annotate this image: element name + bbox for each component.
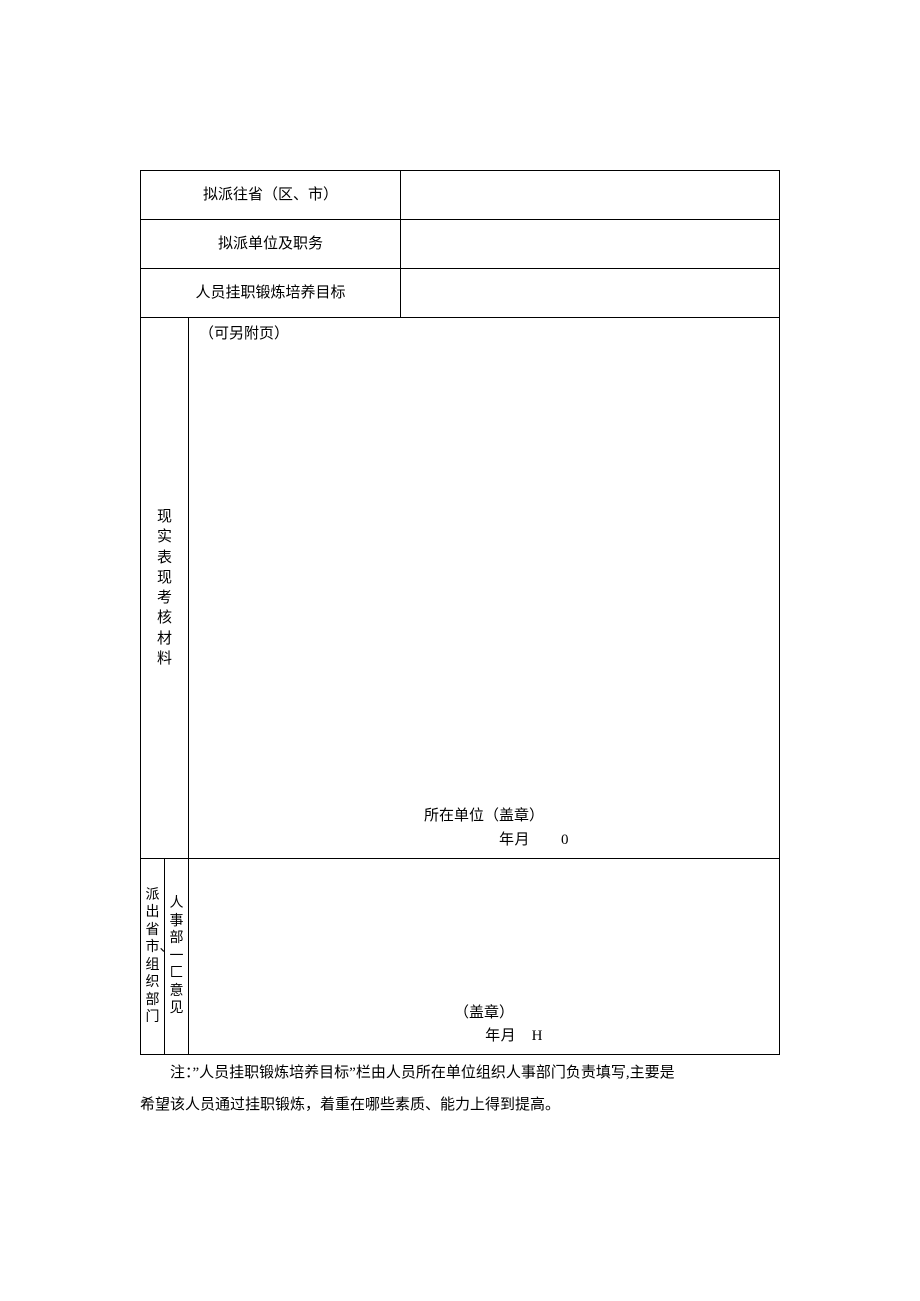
row-dept-opinion: 派出省市、组织部门 人事部一 匚意见 （盖章） 年月 H [141, 859, 780, 1055]
note-append-page: （可另附页） [199, 322, 289, 346]
cell-dept-body: （盖章） 年月 H [189, 859, 780, 1055]
footer-note-line1: 注：”人员挂职锻炼培养目标”栏由人员所在单位组织人事部门负责填写,主要是 [140, 1061, 780, 1087]
row-training-goal: 人员挂职锻炼培养目标 [141, 269, 780, 318]
vlabel-performance-review: 现实表现考核材料 [141, 318, 189, 859]
footer-note-line2: 希望该人员通过挂职锻炼，着重在哪些素质、能力上得到提高。 [140, 1093, 780, 1119]
vlabel-dept-right: 人事部一 匚意见 [165, 859, 189, 1055]
row-performance-review: 现实表现考核材料 （可另附页） 所在单位（盖章） 年月 0 [141, 318, 780, 859]
vlabel-performance-review-text: 现实表现考核材料 [157, 507, 172, 669]
performance-sign-unit: 所在单位（盖章） [189, 804, 779, 828]
performance-review-area: （可另附页） 所在单位（盖章） 年月 0 [189, 318, 779, 858]
performance-sign-block: 所在单位（盖章） 年月 0 [189, 804, 779, 852]
dept-sign-seal: （盖章） [189, 1002, 779, 1025]
dept-sign-block: （盖章） 年月 H [189, 1002, 779, 1049]
value-training-goal [401, 269, 780, 318]
row-destination-province: 拟派往省（区、市） [141, 171, 780, 220]
cell-performance-review-body: （可另附页） 所在单位（盖章） 年月 0 [189, 318, 780, 859]
label-training-goal: 人员挂职锻炼培养目标 [141, 269, 401, 318]
dept-sign-date: 年月 H [189, 1025, 779, 1048]
vlabel-dept-right-text: 人事部一 匚意见 [170, 895, 184, 1018]
dept-opinion-area: （盖章） 年月 H [189, 859, 779, 1054]
value-destination-unit [401, 220, 780, 269]
label-destination-unit: 拟派单位及职务 [141, 220, 401, 269]
performance-sign-date: 年月 0 [189, 828, 779, 852]
row-destination-unit: 拟派单位及职务 [141, 220, 780, 269]
document-page: 拟派往省（区、市） 拟派单位及职务 人员挂职锻炼培养目标 现实表现考核材料 （可… [0, 0, 920, 1301]
label-destination-province: 拟派往省（区、市） [141, 171, 401, 220]
vlabel-dept-left: 派出省市、组织部门 [141, 859, 165, 1055]
vlabel-dept-left-text: 派出省市、组织部门 [146, 887, 160, 1027]
value-destination-province [401, 171, 780, 220]
form-table: 拟派往省（区、市） 拟派单位及职务 人员挂职锻炼培养目标 现实表现考核材料 （可… [140, 170, 780, 1055]
